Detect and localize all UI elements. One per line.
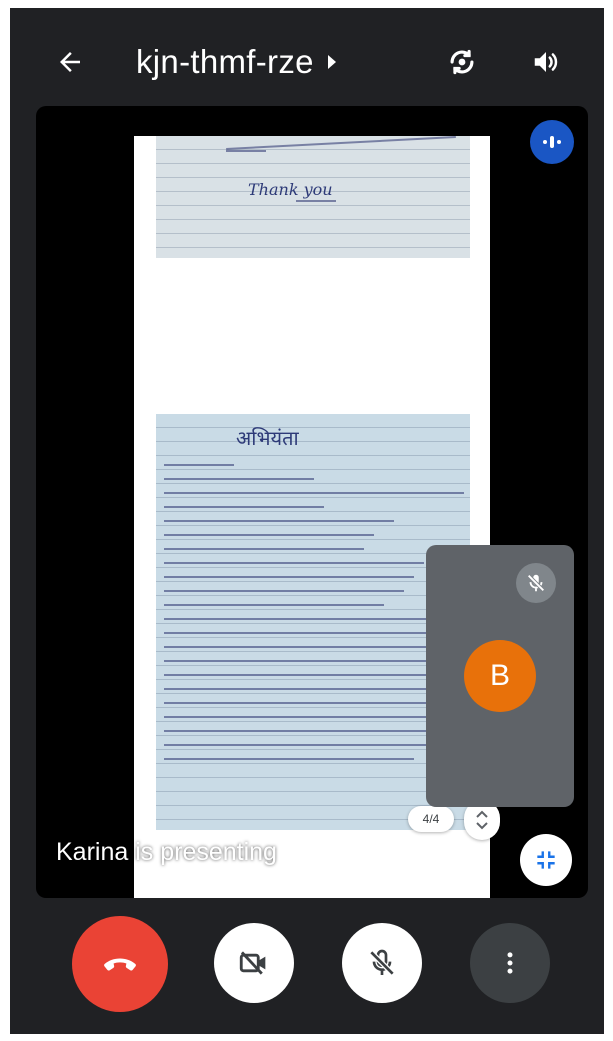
back-button[interactable] <box>50 42 90 82</box>
handwriting-line <box>164 478 314 480</box>
meet-call-screen: kjn-thmf-rze Thank you अभियंता 4/4 Karin… <box>10 8 604 1034</box>
minimize-presentation-button[interactable] <box>520 834 572 886</box>
handwritten-heading: अभियंता <box>236 426 299 450</box>
meeting-title[interactable]: kjn-thmf-rze <box>136 38 336 86</box>
camera-off-icon <box>239 951 266 975</box>
handwriting-line <box>226 150 266 152</box>
arrow-back-icon <box>60 52 80 72</box>
speaker-icon <box>534 52 558 72</box>
page-indicator: 4/4 <box>408 806 454 832</box>
participant-tile[interactable]: B <box>426 545 574 807</box>
handwriting-line <box>164 646 464 648</box>
handwriting-line <box>164 590 404 592</box>
handwriting-line <box>164 702 464 704</box>
handwriting-line <box>296 200 336 202</box>
handwriting-line <box>164 716 464 718</box>
unfold-icon <box>476 810 488 830</box>
participant-muted-indicator <box>516 563 556 603</box>
end-call-button[interactable] <box>72 916 168 1012</box>
presenter-caption: Karina is presenting <box>56 838 277 866</box>
handwriting-line <box>164 506 324 508</box>
handwriting-line <box>164 492 464 494</box>
handwriting-line <box>164 534 374 536</box>
mic-off-icon <box>527 574 545 592</box>
handwriting-line <box>164 548 364 550</box>
participant-avatar: B <box>464 640 536 712</box>
handwriting-line <box>164 604 384 606</box>
handwriting-line <box>164 660 464 662</box>
more-options-button[interactable] <box>470 923 550 1003</box>
handwriting-line <box>164 632 464 634</box>
camera-toggle-button[interactable] <box>214 923 294 1003</box>
handwritten-text: Thank you <box>248 180 333 199</box>
handwriting-line <box>164 744 464 746</box>
caret-right-icon <box>327 55 336 69</box>
handwriting-line <box>164 618 454 620</box>
handwriting-line <box>164 674 454 676</box>
handwriting-line <box>164 520 394 522</box>
minimize-icon <box>537 851 555 869</box>
audio-level-icon <box>543 136 561 148</box>
switch-camera-button[interactable] <box>442 42 482 82</box>
phone-hangup-icon <box>104 958 136 971</box>
handwriting-line <box>164 576 414 578</box>
document-page-previous: Thank you <box>156 136 470 258</box>
microphone-toggle-button[interactable] <box>342 923 422 1003</box>
handwriting-line <box>164 730 464 732</box>
document-page-current: अभियंता <box>156 414 470 830</box>
ruled-lines <box>156 414 470 830</box>
handwriting-line <box>164 758 414 760</box>
handwriting-line <box>164 562 424 564</box>
audio-indicator <box>530 120 574 164</box>
mic-off-icon <box>369 949 395 976</box>
more-vert-icon <box>507 952 513 974</box>
call-controls <box>10 916 604 1013</box>
handwriting-line <box>164 688 464 690</box>
meeting-code: kjn-thmf-rze <box>136 43 314 80</box>
speaker-button[interactable] <box>526 42 566 82</box>
top-bar: kjn-thmf-rze <box>10 8 604 108</box>
handwriting-line <box>164 464 234 466</box>
switch-camera-icon <box>450 49 474 75</box>
